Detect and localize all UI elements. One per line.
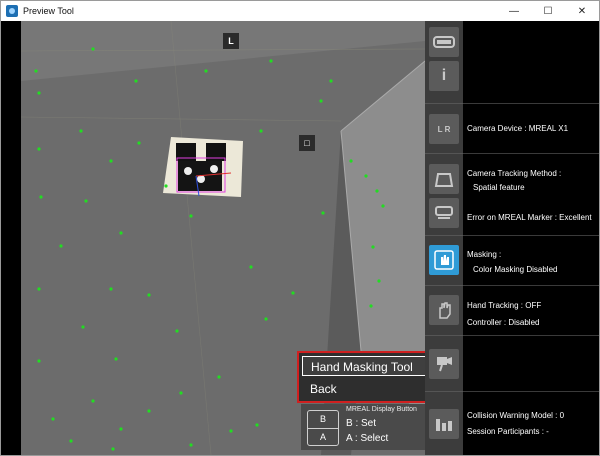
icon-separator: [425, 391, 463, 392]
camera-lr-icon[interactable]: L R: [429, 114, 459, 144]
hand-tracking-text: Hand Tracking : OFF: [467, 301, 542, 310]
info-separator: [463, 391, 599, 392]
minimize-button[interactable]: —: [497, 1, 531, 21]
icon-separator: [425, 103, 463, 104]
icon-separator: [425, 285, 463, 286]
square-marker-badge: □: [299, 135, 315, 151]
controller-text: Controller : Disabled: [467, 318, 540, 327]
camera-view[interactable]: L □ Hand Masking Tool Back MREAL Display…: [21, 21, 425, 455]
info-separator: [463, 103, 599, 104]
info-icon[interactable]: i: [429, 61, 459, 91]
tracking-method-label: Camera Tracking Method :: [467, 169, 562, 178]
side-icon-bar: i L R: [425, 21, 463, 455]
tracking-method-value: Spatial feature: [473, 183, 525, 192]
masking-value: Color Masking Disabled: [473, 265, 558, 274]
camera-lr-label: L R: [437, 124, 451, 134]
masking-label: Masking :: [467, 250, 502, 259]
preview-tool-window: Preview Tool — ☐ ✕ L □ Hand Masking Tool…: [0, 0, 600, 456]
tracking-icon[interactable]: [429, 164, 459, 194]
collision-icon[interactable]: [429, 409, 459, 439]
icon-separator: [425, 235, 463, 236]
info-separator: [463, 235, 599, 236]
controller-icon[interactable]: [429, 349, 459, 379]
close-button[interactable]: ✕: [565, 1, 599, 21]
key-b-label: B: [319, 414, 326, 424]
mreal-marker-board: [163, 137, 243, 197]
window-controls: — ☐ ✕: [497, 1, 599, 21]
hmd-icon[interactable]: [429, 27, 459, 57]
menu-item-back[interactable]: Back: [302, 379, 425, 399]
title-bar: Preview Tool — ☐ ✕: [1, 1, 599, 21]
info-separator: [463, 335, 599, 336]
info-panel: Camera Device : MREAL X1 Camera Tracking…: [463, 21, 599, 455]
hint-b-action: B : Set: [346, 418, 377, 429]
masking-icon[interactable]: [429, 245, 459, 275]
maximize-button[interactable]: ☐: [531, 1, 565, 21]
camera-device-text: Camera Device : MREAL X1: [467, 124, 569, 133]
menu-item-hand-masking-tool[interactable]: Hand Masking Tool: [302, 356, 425, 376]
window-title: Preview Tool: [23, 6, 74, 16]
button-hint-panel: MREAL Display Button B A B : Set A : Sel…: [301, 404, 425, 450]
hand-icon[interactable]: [429, 295, 459, 325]
preview-viewport: L □ Hand Masking Tool Back MREAL Display…: [1, 21, 599, 455]
info-separator: [463, 285, 599, 286]
key-a-label: A: [319, 432, 326, 442]
button-key-graphic: B A: [307, 410, 339, 446]
session-participants-text: Session Participants : -: [467, 427, 549, 436]
marker-error-text: Error on MREAL Marker : Excellent: [467, 213, 592, 222]
app-icon: [6, 5, 18, 17]
hint-title: MREAL Display Button: [346, 406, 417, 413]
icon-separator: [425, 153, 463, 154]
marker-icon[interactable]: [429, 198, 459, 228]
info-separator: [463, 153, 599, 154]
popup-menu: Hand Masking Tool Back: [297, 351, 425, 403]
icon-separator: [425, 335, 463, 336]
hint-a-action: A : Select: [346, 433, 389, 444]
l-marker-badge: L: [223, 33, 239, 49]
collision-warning-text: Collision Warning Model : 0: [467, 411, 565, 420]
key-divider: [308, 428, 338, 429]
